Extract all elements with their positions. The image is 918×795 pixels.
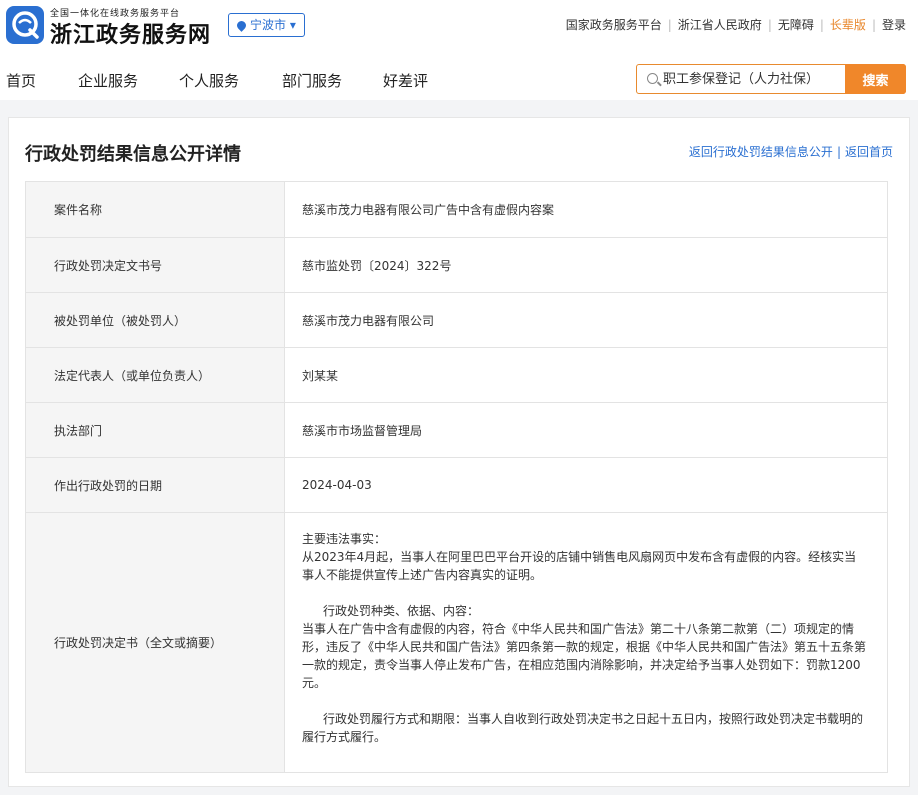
nav-enterprise[interactable]: 企业服务 [78,70,138,91]
nav-home[interactable]: 首页 [6,70,36,91]
nav-rating[interactable]: 好差评 [383,70,428,91]
type-text: 当事人在广告中含有虚假的内容，符合《中华人民共和国广告法》第二十八条第二款第（二… [302,622,867,690]
type-paragraph: 行政处罚种类、依据、内容： 当事人在广告中含有虚假的内容，符合《中华人民共和国广… [302,602,867,692]
table-row: 行政处罚决定书（全文或摘要） 主要违法事实： 从2023年4月起，当事人在阿里巴… [25,512,888,773]
page-title: 行政处罚结果信息公开详情 [25,144,241,165]
nav-department[interactable]: 部门服务 [282,70,342,91]
row-label: 执法部门 [25,402,285,458]
detail-table: 案件名称 慈溪市茂力电器有限公司广告中含有虚假内容案 行政处罚决定文书号 慈市监… [25,181,888,773]
facts-title: 主要违法事实： [302,532,387,546]
link-provincial-government[interactable]: 浙江省人民政府 [678,18,762,32]
back-home-link[interactable]: 返回首页 [845,145,893,159]
detail-card: 行政处罚结果信息公开详情 返回行政处罚结果信息公开 | 返回首页 案件名称 慈溪市茂… [8,117,910,787]
caret-down-icon: ▾ [289,18,296,32]
row-value: 刘某某 [284,347,888,403]
link-elder-version[interactable]: 长辈版 [830,18,866,32]
card-links: 返回行政处罚结果信息公开 | 返回首页 [688,145,893,159]
link-login[interactable]: 登录 [882,18,906,32]
top-header: 全国一体化在线政务服务平台 浙江政务服务网 宁波市 ▾ 国家政务服务平台 | 浙江省… [0,0,918,100]
back-to-list-link[interactable]: 返回行政处罚结果信息公开 [689,145,833,159]
decision-text: 主要违法事实： 从2023年4月起，当事人在阿里巴巴平台开设的店铺中销售电风扇网… [284,512,888,773]
row-label: 行政处罚决定书（全文或摘要） [25,512,285,773]
nav-personal[interactable]: 个人服务 [179,70,239,91]
row-label: 行政处罚决定文书号 [25,237,285,293]
logo-title[interactable]: 浙江政务服务网 [50,17,211,49]
table-row: 执法部门 慈溪市市场监督管理局 [25,402,888,458]
facts-text: 从2023年4月起，当事人在阿里巴巴平台开设的店铺中销售电风扇网页中发布含有虚假… [302,550,857,582]
row-value: 慈溪市茂力电器有限公司广告中含有虚假内容案 [284,181,888,238]
table-row: 行政处罚决定文书号 慈市监处罚〔2024〕322号 [25,237,888,293]
facts-paragraph: 主要违法事实： 从2023年4月起，当事人在阿里巴巴平台开设的店铺中销售电风扇网… [302,530,867,584]
row-value: 2024-04-03 [284,457,888,513]
table-row: 案件名称 慈溪市茂力电器有限公司广告中含有虚假内容案 [25,181,888,238]
top-links: 国家政务服务平台 | 浙江省人民政府 | 无障碍 | 长辈版 | 登录 [565,18,906,32]
link-accessibility[interactable]: 无障碍 [778,18,814,32]
row-label: 案件名称 [25,181,285,238]
term-text: 行政处罚履行方式和期限：当事人自收到行政处罚决定书之日起十五日内，按照行政处罚决… [302,712,864,744]
type-title: 行政处罚种类、依据、内容： [323,604,480,618]
city-label: 宁波市 [250,18,287,32]
row-value: 慈市监处罚〔2024〕322号 [284,237,888,293]
city-selector[interactable]: 宁波市 ▾ [228,13,305,37]
row-label: 法定代表人（或单位负责人） [25,347,285,403]
row-label: 作出行政处罚的日期 [25,457,285,513]
search-box: 搜索 [636,64,906,94]
search-input[interactable] [663,69,843,89]
table-row: 作出行政处罚的日期 2024-04-03 [25,457,888,513]
row-value: 慈溪市市场监督管理局 [284,402,888,458]
table-row: 被处罚单位（被处罚人） 慈溪市茂力电器有限公司 [25,292,888,348]
location-pin-icon [235,19,248,32]
row-value: 慈溪市茂力电器有限公司 [284,292,888,348]
link-national-platform[interactable]: 国家政务服务平台 [566,18,662,32]
row-label: 被处罚单位（被处罚人） [25,292,285,348]
site-logo-icon[interactable] [6,6,44,44]
table-row: 法定代表人（或单位负责人） 刘某某 [25,347,888,403]
search-icon [647,73,658,84]
search-button[interactable]: 搜索 [845,64,906,94]
